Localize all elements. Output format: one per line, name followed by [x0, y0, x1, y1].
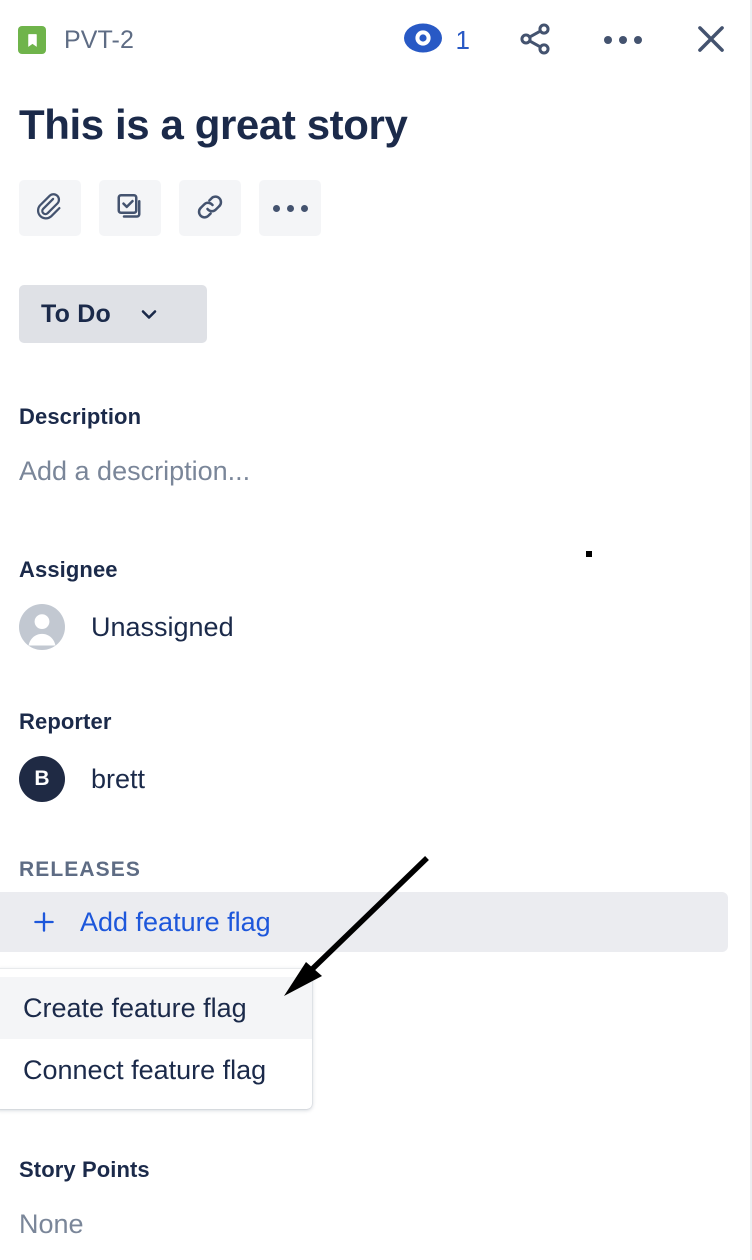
- reporter-section: Reporter B brett: [19, 709, 145, 802]
- menu-item-label: Connect feature flag: [23, 1054, 267, 1085]
- share-button[interactable]: [512, 17, 558, 63]
- feature-flag-menu: Create feature flag Connect feature flag: [0, 969, 312, 1109]
- status-dropdown[interactable]: To Do: [19, 285, 207, 343]
- issue-header: PVT-2 1: [0, 0, 750, 80]
- story-points-section: Story Points None: [19, 1157, 150, 1240]
- assignee-value: Unassigned: [91, 611, 234, 642]
- issue-action-bar: [19, 180, 321, 236]
- assignee-field[interactable]: Unassigned: [19, 604, 234, 650]
- link-issue-button[interactable]: [179, 180, 241, 236]
- issue-detail-panel: PVT-2 1 This is a great story To Do Desc…: [0, 0, 752, 1260]
- default-person-avatar-icon: [19, 604, 65, 650]
- menu-item-label: Create feature flag: [23, 992, 247, 1023]
- menu-item-connect-feature-flag[interactable]: Connect feature flag: [0, 1039, 312, 1101]
- add-feature-flag-button[interactable]: Add feature flag: [0, 892, 728, 952]
- watch-count: 1: [455, 24, 470, 55]
- close-icon: [692, 20, 730, 61]
- action-more-button[interactable]: [259, 180, 321, 236]
- assignee-label: Assignee: [19, 557, 118, 582]
- cursor-dot: [586, 551, 592, 557]
- share-icon: [517, 21, 553, 60]
- reporter-value: brett: [91, 763, 146, 794]
- close-button[interactable]: [688, 17, 734, 63]
- avatar: B: [19, 756, 65, 802]
- assignee-section: Assignee Unassigned: [19, 557, 234, 650]
- reporter-label: Reporter: [19, 709, 112, 734]
- avatar-initial: B: [34, 767, 50, 790]
- description-label: Description: [19, 404, 142, 429]
- attach-button[interactable]: [19, 180, 81, 236]
- issue-key[interactable]: PVT-2: [64, 26, 134, 55]
- more-horizontal-icon: [272, 204, 308, 212]
- description-input[interactable]: Add a description...: [19, 456, 250, 487]
- story-points-value[interactable]: None: [19, 1209, 150, 1240]
- story-bookmark-icon: [18, 26, 46, 54]
- eye-icon: [403, 23, 442, 58]
- header-more-button[interactable]: [600, 17, 646, 63]
- plus-icon: [30, 908, 58, 936]
- chevron-down-icon: [137, 302, 161, 326]
- description-section: Description Add a description...: [19, 404, 250, 487]
- page-title[interactable]: This is a great story: [19, 99, 408, 151]
- paperclip-icon: [35, 192, 65, 225]
- link-icon: [195, 192, 225, 225]
- status-label: To Do: [41, 299, 111, 328]
- watch-button[interactable]: 1: [403, 23, 470, 58]
- releases-section-label: RELEASES: [19, 858, 141, 881]
- reporter-field[interactable]: B brett: [19, 756, 145, 802]
- header-actions: 1: [403, 17, 734, 63]
- more-horizontal-icon: [604, 36, 642, 44]
- checkbox-stack-icon: [115, 192, 145, 225]
- story-points-label: Story Points: [19, 1157, 150, 1182]
- add-feature-flag-label: Add feature flag: [80, 906, 271, 937]
- add-child-issue-button[interactable]: [99, 180, 161, 236]
- menu-item-create-feature-flag[interactable]: Create feature flag: [0, 977, 312, 1039]
